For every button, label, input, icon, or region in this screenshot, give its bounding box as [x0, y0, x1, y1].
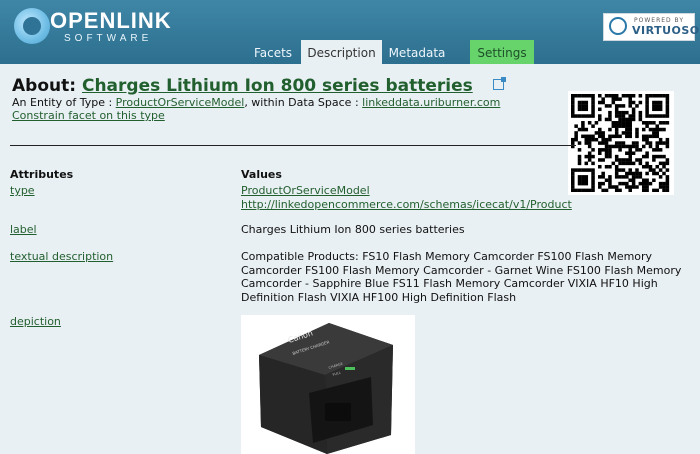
constrain-facet: Constrain facet on this type [12, 109, 165, 122]
entity-type-line: An Entity of Type : ProductOrServiceMode… [12, 96, 500, 109]
values-header: Values [241, 168, 282, 181]
data-space-prefix: , within Data Space : [244, 96, 363, 109]
entity-type-prefix: An Entity of Type : [12, 96, 116, 109]
entity-title-link[interactable]: Charges Lithium Ion 800 series batteries [82, 76, 473, 96]
virtuoso-powered-by: POWERED BY [634, 17, 685, 24]
divider [10, 145, 576, 146]
value-type: ProductOrServiceModel http://linkedopenc… [241, 184, 691, 211]
openlink-logo-icon [14, 8, 50, 44]
attr-label: label [10, 223, 37, 236]
external-link-icon[interactable] [492, 76, 506, 90]
value-textual-description: Compatible Products: FS10 Flash Memory C… [241, 250, 682, 304]
value-type-link-1[interactable]: ProductOrServiceModel [241, 184, 370, 197]
virtuoso-logo-icon [609, 17, 627, 35]
qr-code-icon [568, 91, 674, 195]
attr-depiction: depiction [10, 315, 61, 328]
tab-description[interactable]: Description [301, 40, 382, 64]
tab-facets[interactable]: Facets [245, 40, 301, 64]
attr-textual-description: textual description [10, 250, 113, 263]
page-title: About: Charges Lithium Ion 800 series ba… [12, 76, 506, 96]
constrain-facet-link[interactable]: Constrain facet on this type [12, 109, 165, 122]
product-depiction-image[interactable]: Canon BATTERY CHARGER CHARGE FULL [241, 315, 415, 454]
brand-name: OPENLINK [50, 8, 172, 33]
attr-type: type [10, 184, 35, 197]
attr-type-link[interactable]: type [10, 184, 35, 197]
about-prefix: About: [12, 76, 77, 96]
virtuoso-name: VIRTUOSO [632, 24, 700, 37]
tab-metadata[interactable]: Metadata [382, 40, 452, 64]
virtuoso-badge[interactable]: POWERED BY VIRTUOSO [603, 13, 699, 41]
brand-sub: SOFTWARE [64, 33, 153, 44]
attributes-header: Attributes [10, 168, 74, 181]
attr-depiction-link[interactable]: depiction [10, 315, 61, 328]
attr-textual-description-link[interactable]: textual description [10, 250, 113, 263]
value-label: Charges Lithium Ion 800 series batteries [241, 223, 465, 236]
tab-settings[interactable]: Settings [470, 40, 534, 64]
attr-label-link[interactable]: label [10, 223, 37, 236]
data-space-link[interactable]: linkeddata.uriburner.com [362, 96, 500, 109]
entity-type-link[interactable]: ProductOrServiceModel [116, 96, 245, 109]
value-type-link-2[interactable]: http://linkedopencommerce.com/schemas/ic… [241, 198, 572, 211]
